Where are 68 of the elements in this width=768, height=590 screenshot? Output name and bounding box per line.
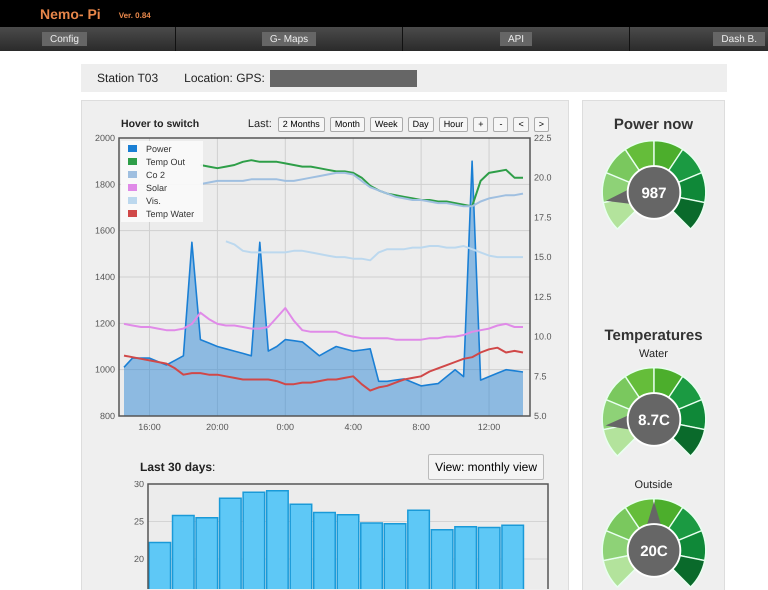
range-button[interactable]: + [473, 116, 488, 132]
nav-button[interactable]: Dash B. [713, 32, 765, 46]
legend-label: Vis. [146, 196, 161, 206]
y-axis-label: 12.5 [534, 292, 552, 302]
y-axis-label: 1200 [94, 318, 115, 328]
x-axis-label: 20:00 [206, 422, 229, 432]
y-axis-label: 1400 [94, 272, 115, 282]
y-axis-label: 30 [134, 481, 144, 489]
nav-button[interactable]: API [500, 32, 532, 46]
range-button[interactable]: < [513, 116, 529, 132]
legend-label: Solar [146, 183, 168, 193]
bar [384, 523, 407, 589]
gauge-label: Outside [634, 478, 672, 491]
gauge-value: 20C [640, 542, 668, 560]
y-axis-label: 1600 [94, 226, 115, 236]
section-title: Last 30 days: [140, 460, 216, 474]
y-axis-label: 25 [134, 516, 144, 526]
legend-label: Co 2 [146, 170, 166, 180]
y-axis-label: 20.0 [534, 172, 552, 183]
y-axis-label: 17.5 [534, 212, 552, 222]
range-button[interactable]: > [534, 116, 549, 132]
y-axis-label: 15.0 [534, 252, 552, 262]
bar [430, 529, 454, 589]
panel-title: Power now [614, 116, 694, 133]
gauge-hub [626, 392, 681, 448]
panel-title: Temperatures [604, 327, 703, 344]
range-button[interactable]: 2 Months [278, 116, 325, 132]
location-label: Location: GPS: [184, 71, 265, 85]
legend-label: Temp Water [146, 209, 194, 219]
x-axis-label: 12:00 [478, 422, 500, 432]
x-axis-label: 0:00 [276, 422, 294, 432]
gauge-label: Water [639, 348, 668, 360]
y-axis-label: 5.0 [534, 411, 547, 421]
x-axis-label: 4:00 [344, 422, 362, 432]
gauge-hub [626, 522, 681, 578]
gauge-value: 8.7C [638, 412, 670, 430]
bar [501, 524, 524, 589]
range-button[interactable]: Day [408, 116, 434, 132]
y-axis-label: 800 [100, 411, 115, 421]
nav-button[interactable]: G- Maps [262, 32, 316, 46]
x-axis-label: 16:00 [138, 422, 161, 432]
station-name: Station T03 [97, 71, 158, 85]
bar [360, 522, 384, 589]
range-button[interactable]: Month [330, 116, 365, 132]
legend-label: Power [146, 144, 172, 154]
y-axis-label: 1800 [94, 179, 115, 190]
view-button[interactable]: View: monthly view [428, 454, 544, 480]
bar [478, 526, 501, 589]
legend-label: Temp Out [146, 157, 186, 167]
nav-button[interactable]: Config [42, 32, 87, 46]
range-button[interactable]: Hour [438, 116, 468, 132]
chart-hint: Hover to switch [121, 118, 200, 130]
gauge-value: 987 [640, 185, 666, 202]
bar [195, 517, 218, 589]
gauge-hub [626, 165, 681, 220]
y-axis-label: 1000 [94, 364, 115, 375]
range-label: Last: [248, 118, 272, 130]
version-label: Ver. 0.84 [118, 10, 151, 20]
app-title: Nemo- Pi [40, 6, 101, 22]
range-button[interactable]: - [493, 116, 508, 132]
y-axis-label: 10.0 [534, 332, 552, 342]
y-axis-label: 20 [134, 554, 144, 564]
bar [454, 526, 478, 589]
y-axis-label: 22.5 [534, 133, 552, 143]
y-axis-label: 2000 [94, 133, 115, 143]
y-axis-label: 7.5 [534, 371, 547, 382]
range-button[interactable]: Week [370, 116, 403, 132]
x-axis-label: 8:00 [412, 422, 430, 432]
